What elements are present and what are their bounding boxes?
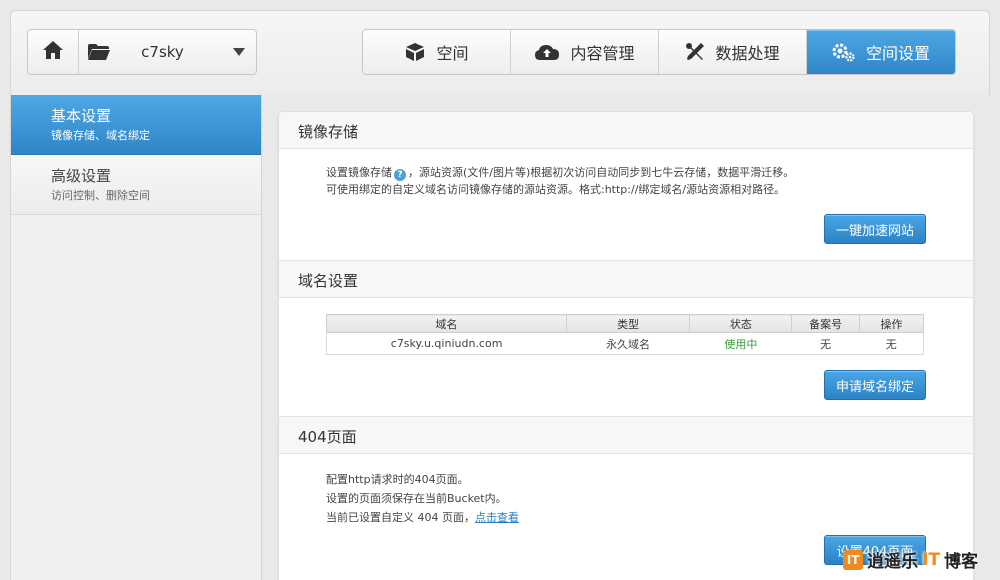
sidebar-item-title: 基本设置 — [51, 107, 112, 125]
table-row: c7sky.u.qiniudn.com 永久域名 使用中 无 无 — [326, 332, 924, 355]
page-404-line3-pre: 当前已设置自定义 404 页面， — [326, 511, 475, 524]
page-404-description: 配置http请求时的404页面。 设置的页面须保存在当前Bucket内。 当前已… — [326, 470, 519, 527]
column-header-type: 类型 — [565, 314, 691, 333]
home-button[interactable] — [28, 30, 79, 74]
page-404-line2: 设置的页面须保存在当前Bucket内。 — [326, 492, 507, 505]
domain-cell: c7sky.u.qiniudn.com — [326, 332, 567, 355]
settings-panel: 镜像存储 设置镜像存储? ，源站资源(文件/图片等)根据初次访问自动同步到七牛云存… — [278, 111, 974, 580]
mirror-line2: 可使用绑定的自定义域名访问镜像存储的源站资源。格式:http://绑定域名/源站… — [326, 183, 786, 196]
sidebar-item-title: 高级设置 — [51, 167, 112, 185]
bucket-picker: c7sky — [27, 29, 257, 75]
tab-content-management-label: 内容管理 — [570, 44, 635, 63]
sidebar: 基本设置 镜像存储、域名绑定 高级设置 访问控制、删除空间 — [10, 95, 262, 580]
tab-space-settings-label: 空间设置 — [865, 44, 930, 63]
icp-cell: 无 — [791, 332, 860, 355]
mirror-storage-heading: 镜像存储 — [279, 112, 973, 149]
top-header: c7sky 空间 内容管理 数据处理 空间设置 — [10, 10, 990, 95]
box-icon — [404, 42, 426, 62]
tab-content-management[interactable]: 内容管理 — [511, 30, 659, 74]
action-cell: 无 — [859, 332, 924, 355]
help-icon[interactable]: ? — [394, 169, 406, 181]
domain-settings-section: 域名 类型 状态 备案号 操作 c7sky.u.qiniudn.com 永久域名… — [279, 298, 973, 417]
bucket-dropdown[interactable]: c7sky — [79, 30, 256, 74]
folder-icon — [79, 42, 119, 62]
column-header-domain: 域名 — [326, 314, 567, 333]
type-cell: 永久域名 — [566, 332, 690, 355]
bucket-name: c7sky — [141, 43, 184, 61]
main-tabs: 空间 内容管理 数据处理 空间设置 — [362, 29, 956, 75]
site-watermark: IT 逍遥乐 IT 博客 — [843, 547, 978, 572]
mirror-line1-post: ，源站资源(文件/图片等)根据初次访问自动同步到七牛云存储，数据平滑迁移。 — [408, 166, 795, 179]
accelerate-website-button[interactable]: 一键加速网站 — [824, 214, 926, 244]
home-icon — [42, 40, 64, 64]
cloud-upload-icon — [534, 42, 560, 62]
sidebar-item-subtitle: 访问控制、删除空间 — [51, 189, 150, 202]
domain-settings-heading: 域名设置 — [279, 261, 973, 298]
tab-space-label: 空间 — [436, 44, 469, 63]
table-header-row: 域名 类型 状态 备案号 操作 — [326, 314, 924, 333]
watermark-text-accent: IT — [922, 549, 940, 570]
mirror-storage-section: 设置镜像存储? ，源站资源(文件/图片等)根据初次访问自动同步到七牛云存储，数据平… — [279, 149, 973, 261]
chevron-down-icon — [222, 48, 256, 56]
gears-icon — [832, 42, 856, 62]
tools-icon — [685, 42, 705, 62]
view-404-link[interactable]: 点击查看 — [475, 511, 519, 524]
watermark-text-post: 博客 — [944, 552, 978, 572]
tab-data-processing-label: 数据处理 — [715, 44, 780, 63]
sidebar-item-subtitle: 镜像存储、域名绑定 — [51, 129, 150, 142]
apply-domain-binding-button[interactable]: 申请域名绑定 — [824, 370, 926, 400]
column-header-status: 状态 — [689, 314, 793, 333]
mirror-storage-description: 设置镜像存储? ，源站资源(文件/图片等)根据初次访问自动同步到七牛云存储，数据平… — [326, 164, 794, 198]
watermark-logo: IT — [843, 549, 864, 570]
status-cell: 使用中 — [689, 332, 792, 355]
sidebar-item-basic-settings[interactable]: 基本设置 镜像存储、域名绑定 — [11, 95, 261, 155]
watermark-text-pre: 逍遥乐 — [867, 552, 919, 572]
tab-space-settings[interactable]: 空间设置 — [807, 30, 955, 74]
tab-data-processing[interactable]: 数据处理 — [659, 30, 807, 74]
column-header-icp: 备案号 — [791, 314, 861, 333]
mirror-line1-pre: 设置镜像存储 — [326, 166, 392, 179]
tab-space[interactable]: 空间 — [363, 30, 511, 74]
page-404-heading: 404页面 — [279, 417, 973, 454]
sidebar-item-advanced-settings[interactable]: 高级设置 访问控制、删除空间 — [11, 155, 261, 215]
column-header-action: 操作 — [859, 314, 924, 333]
domain-table: 域名 类型 状态 备案号 操作 c7sky.u.qiniudn.com 永久域名… — [326, 314, 924, 355]
page-404-line1: 配置http请求时的404页面。 — [326, 473, 469, 486]
